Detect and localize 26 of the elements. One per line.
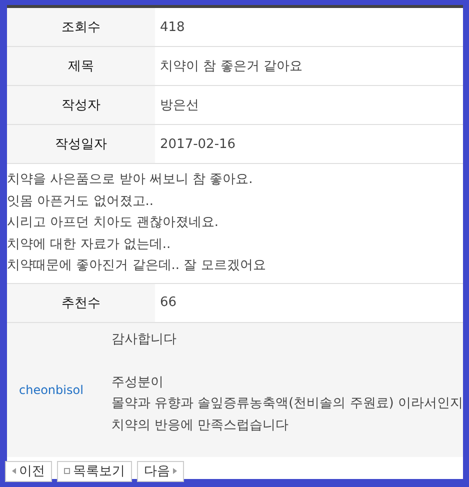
- post-text-line: 시리고 아프던 치아도 괜찮아졌네요.: [7, 214, 220, 232]
- field-value: 방은선: [159, 97, 200, 115]
- field-value: 2017-02-16: [159, 136, 237, 154]
- post-text-line: 잇몸 아픈거도 없어졌고..: [7, 192, 155, 211]
- right-triangle-icon: [173, 468, 177, 474]
- comment-author-link[interactable]: cheonbisol: [19, 382, 84, 397]
- post-text-line: 치약에 대한 자료가 없는데..: [7, 236, 172, 254]
- field-label: 작성자: [7, 86, 155, 124]
- post-text-line: 치약을 사은품으로 받아 써보니 참 좋아요.: [7, 171, 254, 189]
- field-value: 치약이 참 좋은거 같아요: [159, 58, 304, 76]
- comment-text-line: 몰약과 유향과 솔잎증류농축액(천비솔의 주원료) 이라서인지: [111, 395, 463, 414]
- field-label: 작성일자: [7, 125, 155, 163]
- field-label: 조회수: [7, 8, 155, 46]
- field-label: 제목: [7, 47, 155, 85]
- comment-text-line: 주성분이: [111, 374, 164, 392]
- next-button[interactable]: 다음: [137, 460, 184, 482]
- left-triangle-icon: [12, 468, 16, 474]
- post-text-line: 치약때문에 좋아진거 같은데.. 잘 모르겠어요: [7, 257, 267, 276]
- field-label: 추천수: [7, 284, 155, 322]
- square-icon: [64, 468, 70, 474]
- comment-text-line: 감사합니다: [111, 330, 178, 349]
- list-button[interactable]: 목록보기: [57, 460, 132, 482]
- field-value: 66: [159, 294, 178, 312]
- comment-text-line: 치약의 반응에 만족스럽습니다: [111, 416, 290, 435]
- previous-button[interactable]: 이전: [5, 460, 52, 482]
- field-value: 418: [159, 18, 186, 36]
